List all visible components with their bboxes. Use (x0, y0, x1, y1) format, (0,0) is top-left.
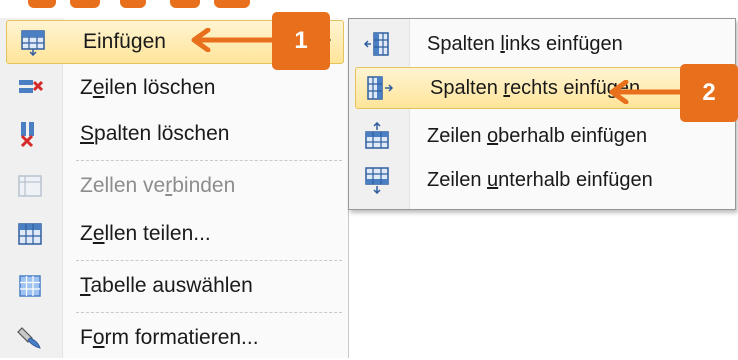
menu-item-label: Zellen verbinden (80, 174, 236, 197)
submenu-item-zeilen-oberhalb[interactable]: Zeilen oberhalb einfügen (353, 115, 731, 157)
insert-submenu: Spalten links einfügen Spalten rechts ei… (348, 18, 736, 210)
insert-table-icon (21, 30, 45, 56)
format-shape-icon (17, 327, 41, 349)
split-cells-icon (18, 223, 42, 245)
select-table-icon (19, 275, 41, 297)
submenu-item-label: Zeilen oberhalb einfügen (427, 124, 648, 147)
submenu-item-label: Spalten links einfügen (427, 32, 623, 55)
delete-rows-icon (19, 80, 44, 93)
menu-item-spalten-loeschen[interactable]: Spalten löschen (4, 112, 344, 156)
menu-item-label: Zeilen löschen (80, 76, 216, 99)
insert-column-left-icon (363, 32, 389, 56)
menu-item-label: Tabelle auswählen (80, 274, 253, 297)
menu-separator (76, 260, 342, 261)
menu-item-zeilen-loeschen[interactable]: Zeilen löschen (4, 66, 344, 110)
merge-cells-icon (18, 175, 42, 197)
menu-item-label: Form formatieren... (80, 326, 259, 349)
menu-item-zellen-verbinden: Zellen verbinden (4, 164, 344, 208)
menu-item-form-formatieren[interactable]: Form formatieren... (4, 316, 344, 360)
menu-item-zellen-teilen[interactable]: Zellen teilen... (4, 212, 344, 256)
callout-badge-2: 2 (680, 64, 738, 122)
menu-item-label: Spalten löschen (80, 122, 230, 145)
submenu-item-spalten-links[interactable]: Spalten links einfügen (353, 23, 731, 65)
insert-column-right-icon (367, 76, 394, 100)
insert-row-above-icon (365, 122, 389, 149)
submenu-item-zeilen-unterhalb[interactable]: Zeilen unterhalb einfügen (353, 159, 731, 201)
menu-item-label: Zellen teilen... (80, 222, 211, 245)
menu-separator (76, 312, 342, 313)
heading-remnant (0, 0, 260, 16)
insert-row-below-icon (365, 167, 389, 194)
menu-item-tabelle-auswaehlen[interactable]: Tabelle auswählen (4, 264, 344, 308)
delete-columns-icon (20, 122, 34, 148)
callout-badge-1: 1 (272, 12, 330, 70)
menu-separator (76, 160, 342, 161)
menu-item-label: Einfügen (83, 30, 166, 53)
submenu-item-label: Zeilen unterhalb einfügen (427, 168, 653, 191)
